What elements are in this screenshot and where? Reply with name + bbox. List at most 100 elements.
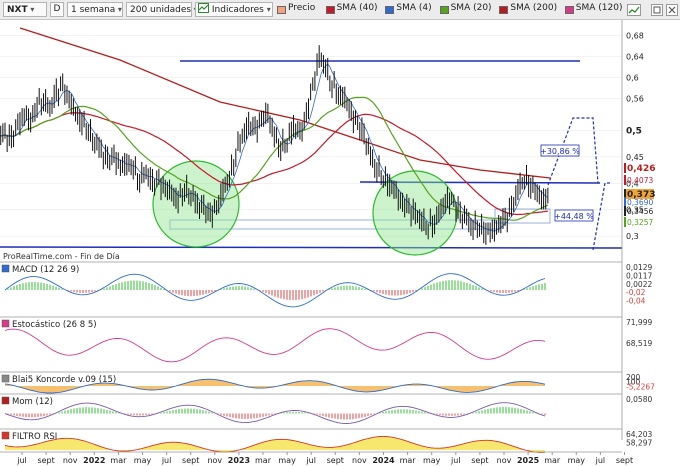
indicator-title-text: Estocástico (26 8 5) <box>12 320 97 330</box>
support-line[interactable] <box>0 246 623 249</box>
indicator-title-text: Mom (12) <box>12 397 53 407</box>
price-panel-background <box>0 20 622 260</box>
time-axis-label: jul <box>16 456 27 465</box>
time-axis-label: sept <box>616 456 633 465</box>
symbol-selector[interactable]: NXT <box>3 2 47 17</box>
legend-swatch <box>325 6 335 14</box>
price-badge: 0,426 <box>624 163 655 174</box>
time-axis-label: sept <box>37 456 54 465</box>
time-axis-label: nov <box>63 456 78 465</box>
price-tick-label: 0,5 <box>626 126 642 136</box>
indicator-title[interactable]: MACD (12 26 9) <box>1 264 79 275</box>
time-axis-label: mar <box>400 456 417 465</box>
time-axis-label: may <box>134 456 152 465</box>
price-badge-text: 0,3257 <box>627 218 653 227</box>
time-axis-label: mar <box>255 456 272 465</box>
time-axis-label: may <box>278 456 296 465</box>
indicator-title-text: FILTRO RSI <box>12 432 57 442</box>
highlight-circle-2022[interactable] <box>152 160 240 248</box>
price-tick-label: 0,56 <box>626 95 644 104</box>
chart-area[interactable]: +30,86 % +44,48 % ProRealTime.com - Fin … <box>0 20 680 466</box>
chart-type-button[interactable]: D <box>50 2 64 17</box>
maximize-icon[interactable] <box>651 4 663 16</box>
indicator-title[interactable]: FILTRO RSI <box>1 431 57 442</box>
time-axis-label: mar <box>110 456 127 465</box>
price-badge: 0,3456 <box>624 206 653 216</box>
annotation-pct-2[interactable]: +44,48 % <box>554 209 594 222</box>
indicators-icon <box>198 3 209 13</box>
legend-swatch <box>499 6 509 14</box>
indicator-value: 0,0580 <box>626 395 652 404</box>
legend-item-label[interactable]: SMA (120) <box>576 3 623 13</box>
price-tick-label: 0,3 <box>626 232 639 241</box>
legend-swatch <box>439 6 449 14</box>
price-panel[interactable]: +30,86 % +44,48 % ProRealTime.com - Fin … <box>0 20 623 261</box>
indicator-value: 58,297 <box>626 439 652 448</box>
time-axis-label: nov <box>352 456 367 465</box>
time-axis-label: may <box>568 456 586 465</box>
time-axis-label: sept <box>182 456 199 465</box>
indicator-panels[interactable]: MACD (12 26 9) 0,01290,01170,0022-0,02-0,… <box>0 261 655 453</box>
indicator-value: 68,519 <box>626 339 652 348</box>
price-badge-text: 0,426 <box>627 164 655 174</box>
time-axis-label: 2022 <box>83 456 105 465</box>
legend-item-label[interactable]: SMA (40) <box>337 3 378 13</box>
time-axis[interactable]: jul sept nov 2022 mar may jul sept nov 2023 mar may… <box>0 451 633 465</box>
indicator-panel[interactable]: Estocástico (26 8 5) 71,999 68,519 <box>0 316 652 363</box>
units-selector[interactable]: 200 unidades <box>126 2 192 17</box>
price-badge: 0,3690 <box>624 197 653 207</box>
indicator-title[interactable]: Mom (12) <box>1 396 53 407</box>
annotation-pct-1[interactable]: +30,86 % <box>540 144 580 157</box>
price-badge-text: 0,3456 <box>627 207 653 216</box>
indicator-panel[interactable]: Mom (12) 0,0580 <box>0 393 652 424</box>
legend-item-label[interactable]: SMA (20) <box>451 3 492 13</box>
close-icon[interactable] <box>666 4 678 16</box>
time-axis-label: jul <box>305 456 316 465</box>
time-axis-label: may <box>423 456 441 465</box>
legend-item-label[interactable]: SMA (4) <box>396 3 431 13</box>
indicator-value: 71,999 <box>626 318 652 327</box>
time-axis-label: sept <box>471 456 488 465</box>
time-axis-label: jul <box>595 456 606 465</box>
legend-swatch <box>277 6 286 14</box>
chart-settings-icon[interactable] <box>627 4 641 16</box>
price-tick-label: 0,45 <box>626 153 644 162</box>
time-axis-label: sept <box>327 456 344 465</box>
time-axis-label: jul <box>161 456 172 465</box>
price-tick-label: 0,64 <box>626 52 644 61</box>
indicator-panel[interactable]: FILTRO RSI 64,20358,297 <box>0 428 652 453</box>
time-axis-label: mar <box>544 456 561 465</box>
indicator-title-text: Blai5 Koncorde v.09 (15) <box>12 375 116 385</box>
chart-type-label: D <box>53 4 61 14</box>
legend-swatch <box>564 6 574 14</box>
rsi-filter-area <box>5 436 545 453</box>
indicator-line <box>4 328 546 363</box>
indicator-title-text: MACD (12 26 9) <box>12 265 79 275</box>
annotation-pct-2-text: +44,48 % <box>554 212 594 221</box>
legend-item-label[interactable]: Precio <box>288 3 315 13</box>
time-axis-label: 2025 <box>517 456 540 465</box>
indicator-title[interactable]: Estocástico (26 8 5) <box>1 319 97 330</box>
time-axis-label: nov <box>497 456 512 465</box>
price-badge-text: 0,3690 <box>627 198 653 207</box>
indicators-menu[interactable]: Indicadores <box>195 2 273 17</box>
legend-item-label[interactable]: SMA (200) <box>510 3 557 13</box>
toolbar: NXT D 1 semana 200 unidades Indicadores … <box>0 0 680 20</box>
price-tick-label: 0,68 <box>626 31 644 40</box>
indicator-value: -5,2267 <box>626 382 655 391</box>
time-axis-label: 2023 <box>228 456 250 465</box>
annotation-pct-1-text: +30,86 % <box>540 147 580 156</box>
price-tick-label: 0,6 <box>626 74 639 83</box>
period-label: 1 semana <box>71 5 116 15</box>
legend-swatch <box>385 6 395 14</box>
time-axis-label: 2024 <box>372 456 395 465</box>
source-label: ProRealTime.com - Fin de Día <box>3 252 120 261</box>
indicator-panel[interactable]: MACD (12 26 9) 0,01290,01170,0022-0,02-0,… <box>0 261 652 308</box>
indicator-panel[interactable]: Blai5 Koncorde v.09 (15) 200100-5,2267 <box>0 371 655 394</box>
time-axis-label: nov <box>207 456 222 465</box>
indicator-title[interactable]: Blai5 Koncorde v.09 (15) <box>1 374 116 385</box>
indicators-label: Indicadores <box>211 5 264 15</box>
price-badge: 0,3257 <box>624 217 653 227</box>
time-axis-label: jul <box>450 456 461 465</box>
period-selector[interactable]: 1 semana <box>67 2 123 17</box>
